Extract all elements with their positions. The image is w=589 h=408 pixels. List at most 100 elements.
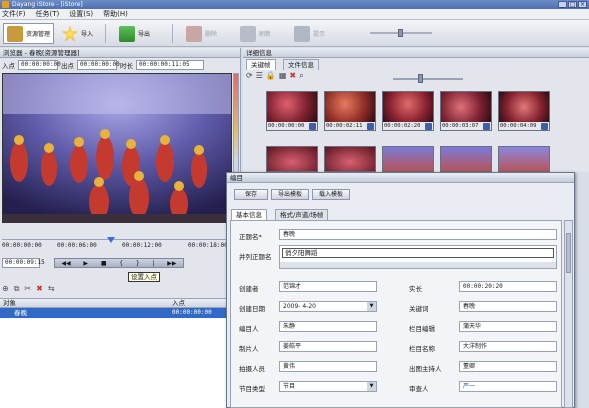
horizontal-scrollbar[interactable] xyxy=(280,262,556,268)
link-icon[interactable]: ⇆ xyxy=(48,284,55,294)
keyframe-thumb[interactable] xyxy=(440,146,492,172)
keyframe-thumb[interactable]: 00:00:02:11 xyxy=(324,91,376,131)
set-out-icon[interactable]: } xyxy=(136,260,140,267)
tab-basic-info[interactable]: 基本信息 xyxy=(231,209,267,220)
video-preview[interactable] xyxy=(2,73,232,223)
close-button[interactable]: × xyxy=(578,1,587,8)
menu-settings[interactable]: 设置(S) xyxy=(69,9,93,19)
keyframe-thumb[interactable] xyxy=(498,146,550,172)
keyframe-thumb[interactable] xyxy=(324,146,376,172)
scrollbar-thumb[interactable] xyxy=(566,233,571,273)
thumb-size-slider[interactable] xyxy=(393,78,463,80)
editor-label: 编目人 xyxy=(239,325,259,333)
current-position-field[interactable]: 00:00:09:15 xyxy=(2,258,45,268)
basic-info-form: 正题名* 春晚 并列正题名 俏夕阳舞蹈 创建者 范锦才 创建日期 2009- 4… xyxy=(230,220,562,408)
new-object-icon[interactable]: ⊕ xyxy=(2,284,9,294)
host-label: 出图主持人 xyxy=(409,365,442,373)
import-button[interactable]: 导入 xyxy=(58,23,97,44)
toolbar-slider-knob[interactable] xyxy=(398,29,403,37)
stop-icon[interactable]: ■ xyxy=(101,260,107,267)
load-template-button[interactable]: 载入模板 xyxy=(312,189,350,200)
delete-keyframe-icon[interactable]: ✖ xyxy=(289,71,296,81)
editor-field[interactable]: 朱静 xyxy=(279,321,377,332)
reviewer-field[interactable]: 严一 xyxy=(459,381,557,392)
export-button[interactable]: 导出 xyxy=(115,23,154,44)
refresh-button[interactable]: 刷新 xyxy=(236,23,275,44)
column-name-field[interactable]: 大洋制作 xyxy=(459,341,557,352)
host-field[interactable]: 董卿 xyxy=(459,361,557,372)
maximize-button[interactable]: □ xyxy=(568,1,577,8)
column-editor-label: 栏目编辑 xyxy=(409,325,435,333)
column-object[interactable]: 对象 xyxy=(3,299,16,308)
hint-button[interactable]: 提示 xyxy=(290,23,329,44)
save-button[interactable]: 保存 xyxy=(234,189,268,200)
dropdown-arrow-icon[interactable]: ▼ xyxy=(367,302,376,311)
duration-label: 时长 xyxy=(120,62,133,70)
object-toolbar: ⊕ ⧉ ✂ ✖ ⇆ xyxy=(2,284,55,294)
detail-panel: 详细信息 关键帧 文件信息 ⟳ ☰ 🔒 ▦ ✖ ⌕ 00:00:00:00 00… xyxy=(243,48,589,172)
window-title: Dayang iStore - [iStore] xyxy=(12,1,83,8)
forward-icon[interactable]: ▶▶ xyxy=(167,260,176,267)
browser-header: 浏览器 - 春晚[资源管理器] xyxy=(0,48,240,58)
delete-object-icon[interactable]: ✖ xyxy=(36,284,43,294)
resource-manager-button[interactable]: 资源管理 xyxy=(3,23,55,44)
keyframe-thumb[interactable]: 00:00:00:00 xyxy=(266,91,318,131)
keyframe-thumb[interactable]: 00:00:02:20 xyxy=(382,91,434,131)
refresh-icon[interactable]: ⟳ xyxy=(246,71,253,81)
thumb-size-knob[interactable] xyxy=(418,74,423,83)
parallel-title-entry[interactable]: 俏夕阳舞蹈 xyxy=(282,248,554,258)
out-point-field[interactable]: 00:00:00:00 xyxy=(77,60,120,70)
tab-format[interactable]: 格式/声道/场帧 xyxy=(275,209,329,220)
lock-icon[interactable]: 🔒 xyxy=(266,71,276,81)
column-editor-field[interactable]: 蒲天华 xyxy=(459,321,557,332)
folder-icon xyxy=(7,25,23,42)
keyframe-thumb[interactable]: 00:00:03:07 xyxy=(440,91,492,131)
keyframe-thumb[interactable] xyxy=(382,146,434,172)
type-select[interactable]: 节目 ▼ xyxy=(279,381,377,392)
cut-icon[interactable]: ✂ xyxy=(24,284,31,294)
menu-file[interactable]: 文件(F) xyxy=(2,9,26,19)
date-field[interactable]: 2009- 4-20 ▼ xyxy=(279,301,377,312)
transport-controls: ◀◀ ▶ ■ { } | ▶▶ xyxy=(54,258,184,268)
tab-file-info[interactable]: 文件信息 xyxy=(283,59,319,70)
mark-icon[interactable]: | xyxy=(152,260,154,267)
in-point-field[interactable]: 00:00:00:00 xyxy=(18,60,61,70)
delete-button[interactable]: 删除 xyxy=(182,23,221,44)
tooltip: 设置入点 xyxy=(128,272,160,282)
dropdown-arrow-icon[interactable]: ▼ xyxy=(367,382,376,391)
tab-keyframes[interactable]: 关键帧 xyxy=(246,59,276,70)
grid-view-icon[interactable]: ▦ xyxy=(279,71,287,81)
parallel-title-field[interactable]: 俏夕阳舞蹈 xyxy=(279,245,557,269)
timeline-ruler[interactable]: 00:00:00:00 00:00:06:00 00:00:12:00 00:0… xyxy=(2,237,239,251)
search-icon[interactable]: ⌕ xyxy=(299,71,303,81)
producer-field[interactable]: 姜皓平 xyxy=(279,341,377,352)
title-field[interactable]: 春晚 xyxy=(279,229,557,240)
length-field[interactable]: 00:00:20:20 xyxy=(459,281,557,292)
minimize-button[interactable]: _ xyxy=(558,1,567,8)
copy-icon[interactable]: ⧉ xyxy=(14,284,20,294)
menu-help[interactable]: 帮助(H) xyxy=(103,9,128,19)
keyword-field[interactable]: 春晚 xyxy=(459,301,557,312)
column-in-point[interactable]: 入点 xyxy=(172,299,185,308)
parallel-title-label: 并列正题名 xyxy=(239,253,272,261)
vertical-scrollbar[interactable] xyxy=(564,220,573,408)
keyframe-thumb[interactable]: 00:00:04:09 xyxy=(498,91,550,131)
rewind-icon[interactable]: ◀◀ xyxy=(61,260,70,267)
timeline-tick: 00:00:00:00 xyxy=(2,242,42,249)
keyframe-thumb[interactable] xyxy=(266,146,318,172)
list-view-icon[interactable]: ☰ xyxy=(256,71,263,81)
camera-field[interactable]: 黄伟 xyxy=(279,361,377,372)
duration-field[interactable]: 00:00:00:11:05 xyxy=(136,60,204,70)
keyframe-marker-icon xyxy=(425,123,432,130)
menu-task[interactable]: 任务(T) xyxy=(36,9,60,19)
export-template-button[interactable]: 导出模板 xyxy=(271,189,309,200)
play-icon[interactable]: ▶ xyxy=(83,260,88,267)
in-label: 入点 xyxy=(2,62,15,70)
creator-field[interactable]: 范锦才 xyxy=(279,281,377,292)
catalog-dialog: 编目 保存 导出模板 载入模板 基本信息 格式/声道/场帧 正题名* 春晚 并列… xyxy=(226,172,575,408)
playhead-marker-icon[interactable] xyxy=(107,237,115,243)
object-list-row[interactable]: 春晚 00:00:00:00 xyxy=(0,308,240,318)
set-in-icon[interactable]: { xyxy=(119,260,123,267)
keyframe-marker-icon xyxy=(541,123,548,130)
camera-label: 拍摄人员 xyxy=(239,365,265,373)
